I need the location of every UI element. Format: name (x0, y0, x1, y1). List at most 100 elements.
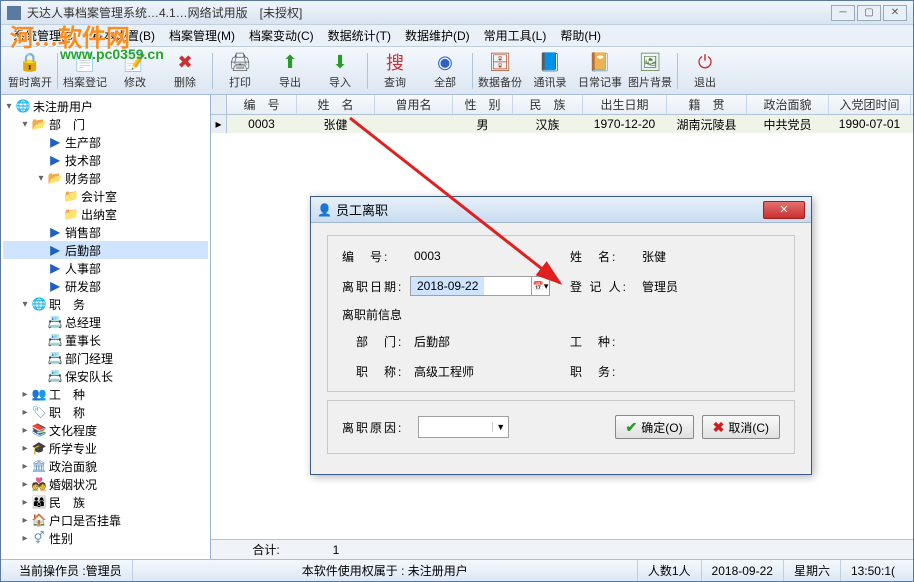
menu-item[interactable]: 基本设置(B) (85, 25, 161, 46)
tree-node[interactable]: ▶后勤部 (3, 241, 208, 259)
misc-icon: 👨‍👩‍👦 (31, 495, 47, 509)
reason-combo[interactable]: ▼ (418, 416, 509, 438)
grid-cell[interactable]: 0003 (227, 115, 297, 133)
table-row[interactable]: ▸ 0003张健 男汉族1970-12-20湖南沅陵县中共党员1990-07-01 (211, 115, 913, 133)
tree-node[interactable]: 📁出纳室 (3, 205, 208, 223)
tree-node[interactable]: ▸🏛政治面貌 (3, 457, 208, 475)
grid-cell[interactable]: 汉族 (513, 115, 583, 133)
grid-cell[interactable]: 张健 (297, 115, 375, 133)
column-header[interactable]: 编 号 (227, 95, 297, 114)
tool-icon: ⏻ (694, 51, 716, 73)
misc-icon: 💑 (31, 477, 47, 491)
grid-cell[interactable]: 1990-07-01 (829, 115, 911, 133)
menu-item[interactable]: 数据维护(D) (399, 25, 476, 46)
app-icon (7, 6, 21, 20)
tree-node[interactable]: ▶技术部 (3, 151, 208, 169)
toolbar-删除[interactable]: ✖删除 (160, 49, 210, 93)
row-indicator-icon: ▸ (211, 115, 227, 133)
maximize-button[interactable]: ▢ (857, 5, 881, 21)
column-header[interactable]: 籍 贯 (667, 95, 747, 114)
ok-button[interactable]: ✔ 确定(O) (615, 415, 694, 439)
tree-node[interactable]: ▾📂财务部 (3, 169, 208, 187)
column-header[interactable]: 性 别 (453, 95, 513, 114)
tree-node[interactable]: ▸🏠户口是否挂靠 (3, 511, 208, 529)
misc-icon: 🏷 (31, 405, 47, 419)
tree-node[interactable]: ▾📂部 门 (3, 115, 208, 133)
tree-node[interactable]: ▾🌐未注册用户 (3, 97, 208, 115)
tree-node[interactable]: ▸🎓所学专业 (3, 439, 208, 457)
menu-item[interactable]: 系统管理(S) (7, 25, 83, 46)
toolbar-数据备份[interactable]: 🗄数据备份 (475, 49, 525, 93)
close-button[interactable]: ✕ (883, 5, 907, 21)
toolbar-通讯录[interactable]: 📘通讯录 (525, 49, 575, 93)
grid-cell[interactable] (375, 115, 453, 133)
tree-node[interactable]: ▶生产部 (3, 133, 208, 151)
tree-node[interactable]: 📇保安队长 (3, 367, 208, 385)
tree-node[interactable]: 📇董事长 (3, 331, 208, 349)
dialog-close-button[interactable]: ✕ (763, 201, 805, 219)
menu-item[interactable]: 常用工具(L) (478, 25, 553, 46)
toolbar-导出[interactable]: ⬆导出 (265, 49, 315, 93)
grid-cell[interactable]: 湖南沅陵县 (667, 115, 747, 133)
duty-label: 职 务: (570, 363, 638, 380)
toolbar-档案登记[interactable]: 📄档案登记 (60, 49, 110, 93)
menu-item[interactable]: 档案管理(M) (163, 25, 241, 46)
tree-node[interactable]: ▸🏷职 称 (3, 403, 208, 421)
arrow-blue-icon: ▶ (47, 243, 63, 257)
misc-icon: 📚 (31, 423, 47, 437)
tree-node[interactable]: ▶研发部 (3, 277, 208, 295)
worktype-value (638, 331, 758, 351)
date-label: 离职日期: (342, 278, 410, 295)
registrar-label: 登 记 人: (570, 278, 638, 295)
column-header[interactable]: 政治面貌 (747, 95, 829, 114)
card-icon: 📇 (47, 351, 63, 365)
toolbar-打印[interactable]: 🖨打印 (215, 49, 265, 93)
dialog-titlebar[interactable]: 👤 员工离职 ✕ (311, 197, 811, 223)
arrow-blue-icon: ▶ (47, 279, 63, 293)
tree-node[interactable]: ▸👨‍👩‍👦民 族 (3, 493, 208, 511)
tree-node[interactable]: ▸📚文化程度 (3, 421, 208, 439)
tree-node[interactable]: ▸⚥性别 (3, 529, 208, 547)
cancel-button[interactable]: ✖ 取消(C) (702, 415, 780, 439)
column-header[interactable]: 出生日期 (583, 95, 667, 114)
tree-node[interactable]: ▶人事部 (3, 259, 208, 277)
toolbar-日常记事[interactable]: 📔日常记事 (575, 49, 625, 93)
menu-item[interactable]: 数据统计(T) (322, 25, 397, 46)
misc-icon: 🏠 (31, 513, 47, 527)
toolbar-查询[interactable]: 搜查询 (370, 49, 420, 93)
minimize-button[interactable]: ─ (831, 5, 855, 21)
folder-open-icon: 📂 (31, 117, 47, 131)
tree-node[interactable]: ▶销售部 (3, 223, 208, 241)
toolbar-退出[interactable]: ⏻退出 (680, 49, 730, 93)
menu-item[interactable]: 帮助(H) (554, 25, 607, 46)
column-header[interactable]: 民 族 (513, 95, 583, 114)
titlebar: 天达人事档案管理系统…4.1…网络试用版 [未授权] ─ ▢ ✕ (1, 1, 913, 25)
tree-node[interactable]: ▸👥工 种 (3, 385, 208, 403)
registrar-value: 管理员 (638, 276, 758, 296)
status-weekday: 星期六 (784, 560, 841, 581)
tree-node[interactable]: 📁会计室 (3, 187, 208, 205)
toolbar-修改[interactable]: 📝修改 (110, 49, 160, 93)
tree-node[interactable]: 📇部门经理 (3, 349, 208, 367)
dept-label: 部 门: (342, 333, 410, 350)
toolbar-图片背景[interactable]: 🖼图片背景 (625, 49, 675, 93)
calendar-icon[interactable]: 📅▾ (531, 277, 549, 295)
grid-cell[interactable]: 1970-12-20 (583, 115, 667, 133)
reason-label: 离职原因: (342, 419, 410, 436)
tree-node[interactable]: ▸💑婚姻状况 (3, 475, 208, 493)
toolbar-暂时离开[interactable]: 🔒暂时离开 (5, 49, 55, 93)
window-title: 天达人事档案管理系统…4.1…网络试用版 [未授权] (27, 4, 831, 21)
tree-node[interactable]: 📇总经理 (3, 313, 208, 331)
column-header[interactable]: 姓 名 (297, 95, 375, 114)
grid-cell[interactable]: 男 (453, 115, 513, 133)
tree-node[interactable]: ▾🌐职 务 (3, 295, 208, 313)
toolbar-导入[interactable]: ⬇导入 (315, 49, 365, 93)
toolbar-全部[interactable]: ◉全部 (420, 49, 470, 93)
tool-icon: 📔 (589, 51, 611, 73)
tree-panel[interactable]: ▾🌐未注册用户▾📂部 门▶生产部▶技术部▾📂财务部📁会计室📁出纳室▶销售部▶后勤… (1, 95, 211, 559)
menu-item[interactable]: 档案变动(C) (243, 25, 320, 46)
column-header[interactable]: 曾用名 (375, 95, 453, 114)
column-header[interactable]: 入党团时间 (829, 95, 911, 114)
resign-date-input[interactable]: 2018-09-22 📅▾ (410, 276, 550, 296)
grid-cell[interactable]: 中共党员 (747, 115, 829, 133)
